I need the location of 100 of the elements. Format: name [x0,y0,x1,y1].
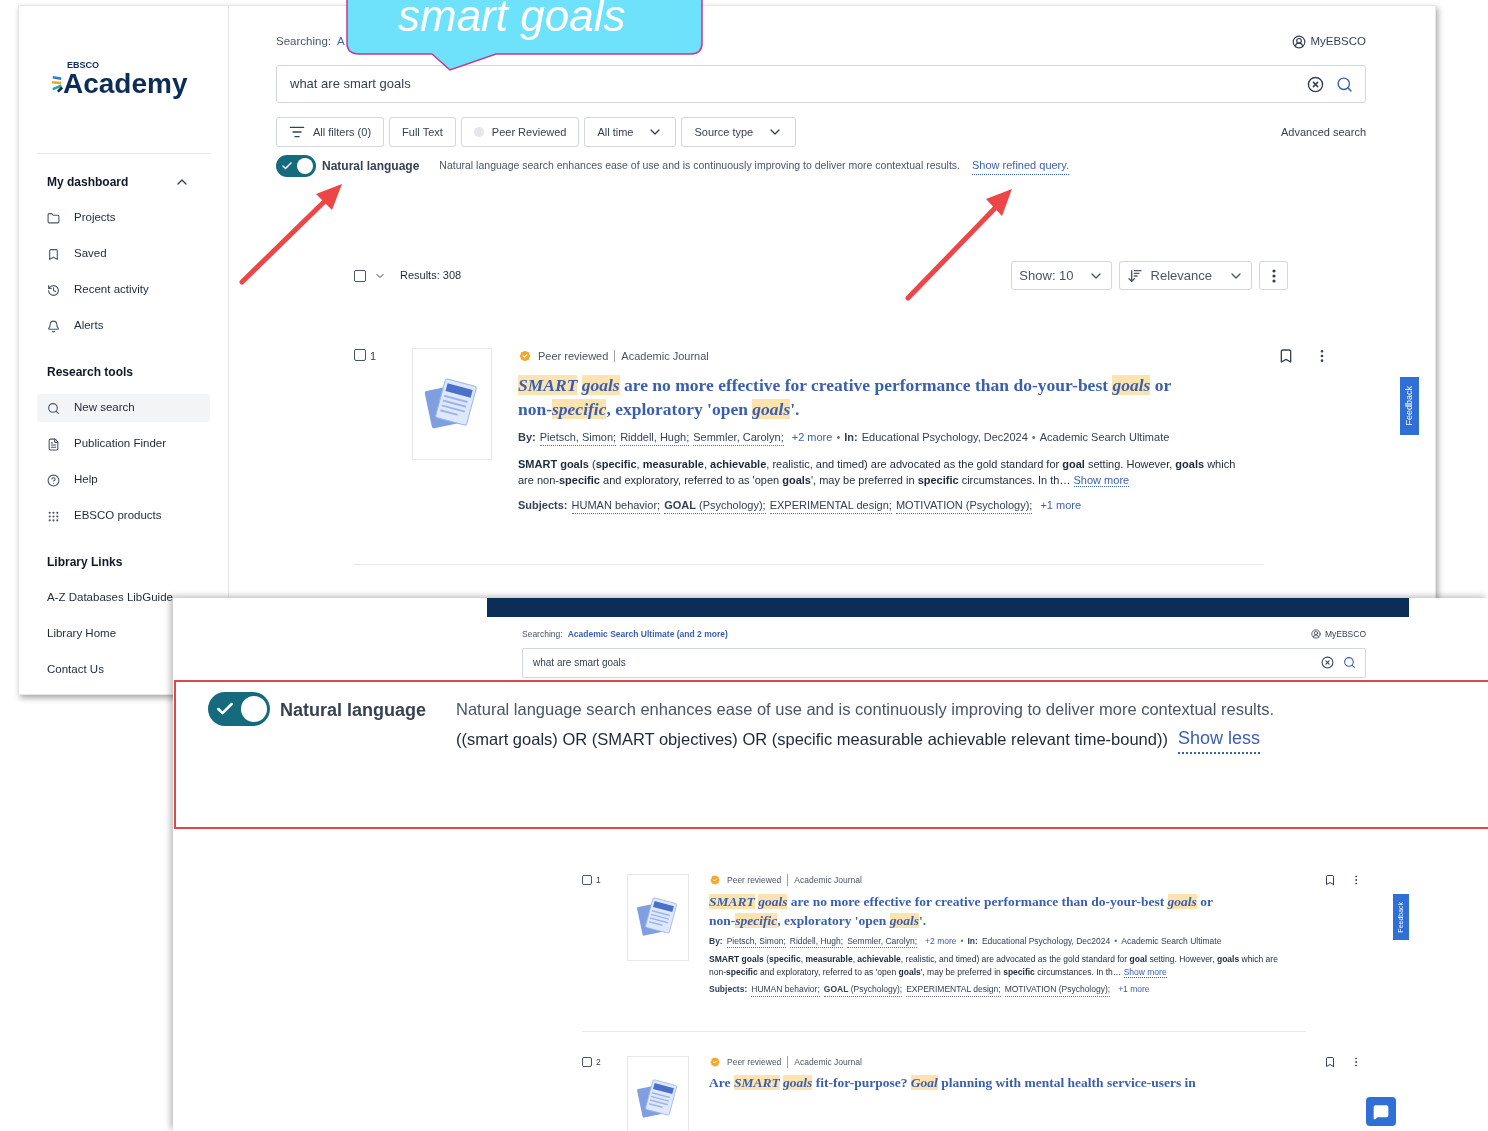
subject-link[interactable]: MOTIVATION (Psychology); [895,496,1033,515]
searching-label: Searching: [276,34,331,50]
show-less-link[interactable]: Show less [1177,724,1260,754]
search-icon[interactable] [1336,75,1353,93]
section-heading: Library Links [47,554,123,571]
toggle-switch[interactable] [276,155,316,177]
filter-button[interactable]: Full Text [389,117,456,147]
bookmark-icon[interactable] [1324,1055,1336,1068]
subject-link[interactable]: HUMAN behavior; [751,982,820,997]
more-authors-link[interactable]: +2 more [791,429,833,446]
sidebar-item[interactable]: Projects [37,204,210,232]
subject-link[interactable]: GOAL (Psychology); [823,982,903,997]
user-icon[interactable] [1310,629,1321,640]
sidebar-item[interactable]: Saved [37,240,210,268]
subject-link[interactable]: GOAL (Psychology); [664,496,766,515]
sort-dropdown[interactable]: Relevance [1118,261,1252,290]
subject-link[interactable]: EXPERIMENTAL design; [769,496,892,515]
more-options-icon [1271,268,1276,283]
author-link[interactable]: Riddell, Hugh; [789,934,844,949]
result-checkbox[interactable] [582,874,592,885]
logo-icon [51,74,63,94]
feedback-tab[interactable]: Feedback [1400,377,1419,435]
chat-icon [1373,1103,1389,1120]
filter-button[interactable]: Peer Reviewed [460,117,580,147]
section-heading[interactable]: My dashboard [47,173,129,191]
subject-link[interactable]: MOTIVATION (Psychology); [1004,982,1111,997]
account-link[interactable]: MyEBSCO [1310,33,1366,51]
sidebar-item[interactable]: Contact Us [37,656,108,684]
in-label: In: [844,430,858,445]
refined-query-link[interactable]: Show refined query. [972,157,1070,175]
sidebar-item[interactable]: Alerts [37,312,210,340]
result-number: 1 [370,349,377,364]
show-more-link[interactable]: Show more [1123,966,1167,978]
logo-text: Academy [63,70,188,98]
author-link[interactable]: Semmler, Carolyn; [847,934,918,949]
subject-link[interactable]: HUMAN behavior; [571,496,661,515]
user-icon[interactable] [1292,35,1307,49]
filter-button[interactable]: All time [584,117,677,147]
clear-icon[interactable] [1307,75,1324,93]
logo-brand-text: EBSCO [66,61,100,70]
sidebar-item[interactable]: A-Z Databases LibGuide [37,584,177,612]
help-icon [47,473,60,487]
author-link[interactable]: Pietsch, Simon; [539,428,617,446]
sidebar-item[interactable]: Publication Finder [37,430,210,458]
filter-button[interactable]: Source type [681,117,797,147]
search-icon [47,401,60,415]
results-count: Results: 308 [400,268,462,284]
source-text: Educational Psychology, Dec2024 [861,430,1028,445]
search-icon[interactable] [1343,656,1356,670]
sidebar-item[interactable]: EBSCO products [37,502,210,530]
toggle-switch[interactable] [208,692,270,726]
more-subjects-link[interactable]: +1 more [1118,983,1150,997]
bullet-separator: • [1114,935,1118,948]
document-icon [47,437,60,451]
advanced-search-link[interactable]: Advanced search [1281,123,1366,141]
result-title-link[interactable]: Are SMART goals fit-for-purpose? Goal planning with mental health service-users in [709,1073,1214,1093]
section-heading: Research tools [47,364,134,381]
subject-link[interactable]: EXPERIMENTAL design; [906,982,1001,997]
select-all-checkbox[interactable] [354,269,366,282]
folder-icon [47,211,60,225]
result-title-link[interactable]: SMART goals are no more effective for creative performance than do-your-best goals or non-specific, exploratory 'open goals'. [709,891,1214,930]
search-field[interactable]: what are smart goals [522,647,1366,678]
abstract-text: SMART goals (specific, measurable, achievable, realistic, and timed) are advocated as the gold standard for goal setting. However, goals which are non-specific and exploratory, referred to as 'open goals', may be preferred in specific circumstances. In th… Show more [709,953,1279,978]
chat-button[interactable] [1366,1097,1396,1126]
clear-icon[interactable] [1321,656,1334,670]
source-type-label: Academic Journal [794,873,862,887]
sort-icon [1126,267,1143,284]
scope-link[interactable]: A [337,33,345,51]
peer-reviewed-label: Peer reviewed [727,873,782,887]
source-type-label: Academic Journal [621,349,709,364]
show-dropdown[interactable]: Show: 10 [1011,261,1112,290]
search-field[interactable]: what are smart goals [276,65,1366,103]
more-subjects-link[interactable]: +1 more [1040,497,1082,514]
result-checkbox[interactable] [354,349,366,361]
bookmark-icon[interactable] [1278,348,1294,364]
database-text: Academic Search Ultimate [1039,430,1170,445]
subjects-label: Subjects: [518,498,568,514]
bookmark-icon[interactable] [1324,873,1336,886]
result-number: 2 [596,1055,601,1069]
check-badge-icon [709,1056,721,1068]
description-text: Natural language search enhances ease of use and is continuously improving to deliver more contextual results. [456,699,1275,720]
filter-icon [289,124,305,140]
author-link[interactable]: Semmler, Carolyn; [693,428,784,446]
sidebar-item[interactable]: Library Home [37,620,121,648]
sidebar-item[interactable]: New search [37,394,210,422]
result-checkbox[interactable] [582,1056,592,1067]
author-link[interactable]: Pietsch, Simon; [726,934,786,949]
author-link[interactable]: Riddell, Hugh; [620,428,690,446]
scope-link[interactable]: Academic Search Ultimate (and 2 more) [567,628,728,641]
account-link[interactable]: MyEBSCO [1324,628,1366,641]
filter-button[interactable]: All filters (0) [276,117,385,147]
source-text: Educational Psychology, Dec2024 [981,935,1111,948]
check-icon [281,160,293,172]
sidebar-item[interactable]: Recent activity [37,276,210,304]
more-authors-link[interactable]: +2 more [925,935,957,948]
show-more-link[interactable]: Show more [1073,473,1130,487]
result-title-link[interactable]: SMART goals are no more effective for creative performance than do-your-best goals or non-specific, exploratory 'open goals'. [518,372,1173,421]
bell-icon [47,319,60,333]
sidebar-item[interactable]: Help [37,466,210,494]
by-label: By: [518,430,536,445]
